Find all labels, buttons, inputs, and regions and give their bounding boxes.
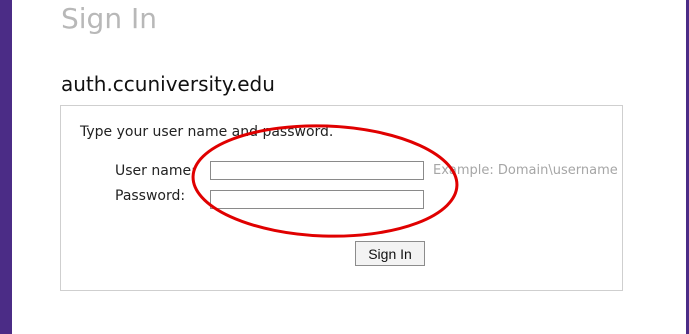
login-instruction: Type your user name and password. <box>80 124 334 140</box>
page-title: Sign In <box>61 2 157 35</box>
sign-in-page: Sign In auth.ccuniversity.edu Type your … <box>12 0 686 334</box>
username-field[interactable] <box>210 161 424 180</box>
password-field[interactable] <box>210 190 424 209</box>
sign-in-button[interactable]: Sign In <box>355 241 425 266</box>
username-label: User name: <box>115 163 196 179</box>
username-hint: Example: Domain\username <box>433 163 618 178</box>
domain-heading: auth.ccuniversity.edu <box>61 72 275 96</box>
password-label: Password: <box>115 188 186 204</box>
